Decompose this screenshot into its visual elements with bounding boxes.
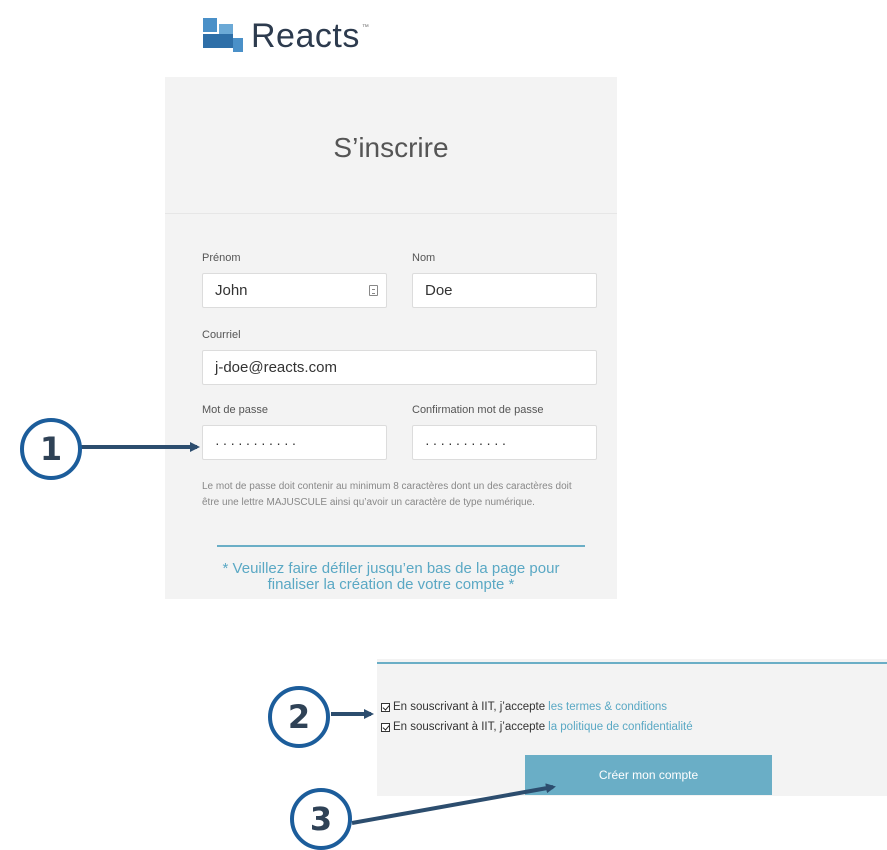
password-hint-line2: être une lettre MAJUSCULE ainsi qu’avoir…	[202, 497, 535, 508]
callout-3: 3	[290, 788, 352, 850]
terms-link[interactable]: les termes & conditions	[548, 701, 667, 713]
password-value: ···········	[215, 434, 300, 451]
signup-header: S’inscrire	[165, 77, 617, 214]
callout-2: 2	[268, 686, 330, 748]
privacy-link[interactable]: la politique de confidentialité	[548, 721, 693, 733]
password-confirm-value: ···········	[425, 434, 510, 451]
last-name-label: Nom	[412, 252, 436, 264]
first-name-field[interactable]: John	[202, 273, 387, 308]
privacy-consent-row: En souscrivant à IIT, j’accepte la polit…	[381, 721, 693, 733]
callout-1: 1	[20, 418, 82, 480]
checkbox-checked-icon[interactable]	[381, 702, 390, 712]
divider	[377, 662, 887, 664]
password-field[interactable]: ···········	[202, 425, 387, 460]
reacts-logo-icon	[203, 16, 243, 56]
keyboard-icon[interactable]	[369, 285, 378, 296]
password-confirm-field[interactable]: ···········	[412, 425, 597, 460]
scroll-note: * Veuillez faire défiler jusqu’en bas de…	[195, 561, 587, 593]
create-account-button[interactable]: Créer mon compte	[525, 755, 772, 795]
password-confirm-label: Confirmation mot de passe	[412, 404, 544, 416]
divider	[217, 545, 585, 547]
consent-panel: En souscrivant à IIT, j’accepte les term…	[377, 659, 887, 796]
reacts-logo: Reacts ™	[203, 16, 369, 56]
brand-name: Reacts	[251, 16, 360, 55]
page-title: S’inscrire	[333, 132, 449, 163]
email-value: j-doe@reacts.com	[215, 359, 337, 376]
email-label: Courriel	[202, 329, 241, 341]
signup-panel: S’inscrire Prénom John Nom Doe Courriel …	[165, 77, 617, 599]
trademark-mark: ™	[361, 24, 369, 31]
first-name-value: John	[215, 282, 248, 299]
first-name-label: Prénom	[202, 252, 241, 264]
terms-consent-text: En souscrivant à IIT, j’accepte	[393, 701, 546, 713]
email-field[interactable]: j-doe@reacts.com	[202, 350, 597, 385]
last-name-value: Doe	[425, 282, 453, 299]
password-hint-line1: Le mot de passe doit contenir au minimum…	[202, 481, 572, 492]
privacy-consent-text: En souscrivant à IIT, j’accepte	[393, 721, 546, 733]
terms-consent-row: En souscrivant à IIT, j’accepte les term…	[381, 701, 667, 713]
last-name-field[interactable]: Doe	[412, 273, 597, 308]
password-label: Mot de passe	[202, 404, 269, 416]
checkbox-checked-icon[interactable]	[381, 722, 390, 732]
password-hint: Le mot de passe doit contenir au minimum…	[202, 479, 617, 511]
scroll-note-line2: finaliser la création de votre compte *	[267, 576, 515, 593]
scroll-note-line1: * Veuillez faire défiler jusqu’en bas de…	[222, 560, 560, 577]
